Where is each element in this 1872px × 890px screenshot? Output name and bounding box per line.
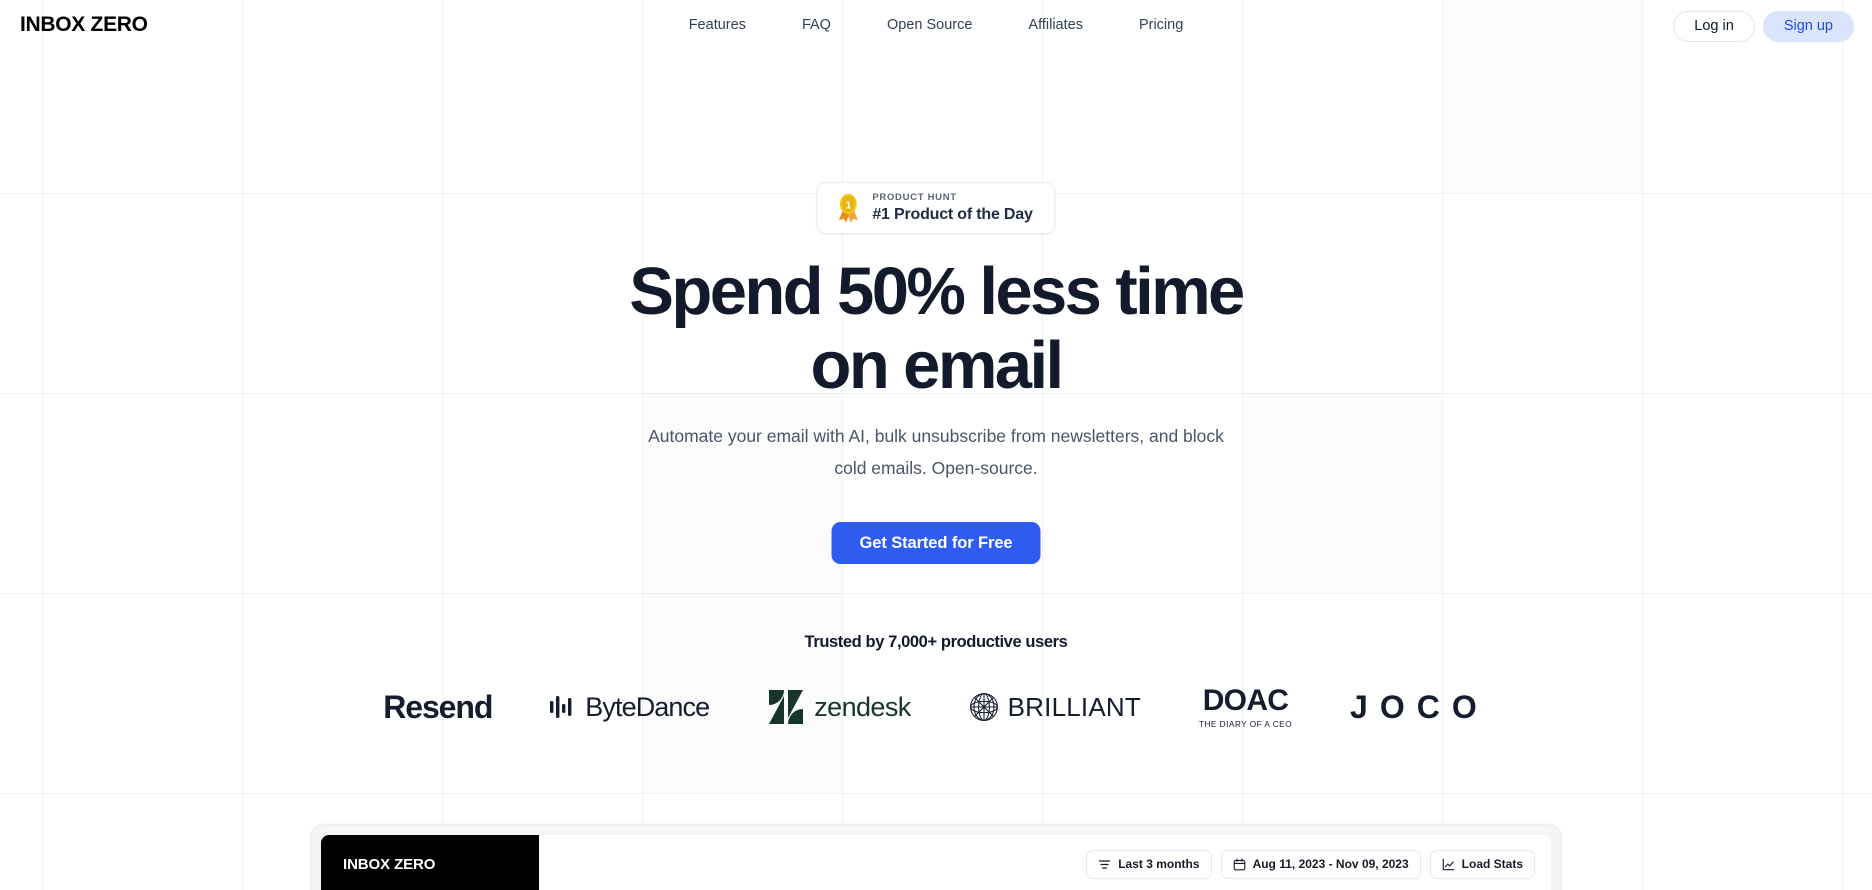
- bar-chart-icon: [550, 696, 572, 718]
- product-hunt-badge-text: PRODUCT HUNT #1 Product of the Day: [872, 192, 1032, 224]
- signup-button[interactable]: Sign up: [1762, 11, 1854, 42]
- nav-open-source[interactable]: Open Source: [859, 14, 1000, 36]
- sliders-icon: [1098, 858, 1111, 871]
- logo-bytedance: ByteDance: [550, 691, 710, 723]
- product-hunt-badge[interactable]: 1 PRODUCT HUNT #1 Product of the Day: [816, 182, 1056, 234]
- logo-doac-label: DOAC: [1202, 684, 1289, 717]
- logo-zendesk-label: zendesk: [814, 691, 911, 722]
- nav-pricing[interactable]: Pricing: [1111, 14, 1211, 36]
- logo-brilliant-label: BRILLIANT: [1007, 691, 1141, 722]
- chart-icon: [1442, 858, 1455, 871]
- app-sidebar-logo: INBOX ZERO: [343, 855, 436, 873]
- logo-resend: Resend: [383, 688, 493, 726]
- range-preset-button[interactable]: Last 3 months: [1086, 849, 1212, 879]
- get-started-button[interactable]: Get Started for Free: [831, 522, 1041, 564]
- calendar-icon: [1233, 857, 1246, 871]
- app-window: INBOX ZERO Last 3 months Aug 11, 2023 - …: [321, 835, 1551, 890]
- nav-features[interactable]: Features: [661, 14, 774, 36]
- auth-actions: Log in Sign up: [1673, 11, 1854, 42]
- nav-affiliates[interactable]: Affiliates: [1000, 14, 1111, 36]
- logo-bytedance-label: ByteDance: [585, 691, 710, 722]
- zendesk-mark-icon: [769, 690, 804, 724]
- site-header: INBOX ZERO Features FAQ Open Source Affi…: [0, 0, 1872, 50]
- sphere-icon: [969, 693, 998, 721]
- logo-joco-label: JOCO: [1350, 688, 1489, 725]
- date-range-label: Aug 11, 2023 - Nov 09, 2023: [1252, 857, 1409, 871]
- svg-text:1: 1: [845, 199, 851, 211]
- load-stats-label: Load Stats: [1461, 857, 1523, 871]
- app-preview: INBOX ZERO Last 3 months Aug 11, 2023 - …: [310, 824, 1562, 890]
- customer-logos: Resend ByteDance zendesk BRILLIANT DOAC …: [336, 685, 1536, 729]
- grid-cell-tint: [1242, 393, 1442, 593]
- app-sidebar: INBOX ZERO: [321, 835, 539, 890]
- range-preset-label: Last 3 months: [1118, 857, 1200, 871]
- load-stats-button[interactable]: Load Stats: [1429, 849, 1535, 879]
- login-button[interactable]: Log in: [1673, 11, 1755, 42]
- app-toolbar: Last 3 months Aug 11, 2023 - Nov 09, 202…: [539, 835, 1551, 890]
- logo-doac: DOAC THE DIARY OF A CEO: [1199, 685, 1292, 729]
- social-proof-heading: Trusted by 7,000+ productive users: [804, 633, 1068, 651]
- nav-faq[interactable]: FAQ: [774, 14, 859, 36]
- landing-page: INBOX ZERO Features FAQ Open Source Affi…: [0, 0, 1872, 890]
- headline-line-1: Spend 50% less time: [629, 254, 1245, 329]
- hero-subheadline: Automate your email with AI, bulk unsubs…: [648, 426, 1224, 478]
- logo-joco: JOCO: [1350, 689, 1489, 726]
- logo-brilliant: BRILLIANT: [969, 692, 1141, 723]
- page-title: Spend 50% less time on email: [506, 258, 1366, 399]
- date-range-button[interactable]: Aug 11, 2023 - Nov 09, 2023: [1220, 849, 1421, 879]
- product-hunt-kicker: PRODUCT HUNT: [872, 192, 957, 203]
- headline-line-2: on email: [810, 328, 1065, 403]
- product-hunt-title: #1 Product of the Day: [872, 206, 1033, 223]
- logo-zendesk: zendesk: [767, 689, 911, 725]
- medal-icon: 1: [838, 193, 858, 223]
- logo-doac-sublabel: THE DIARY OF A CEO: [1198, 719, 1293, 729]
- main-nav: Features FAQ Open Source Affiliates Pric…: [0, 14, 1872, 36]
- logo-resend-label: Resend: [383, 688, 493, 725]
